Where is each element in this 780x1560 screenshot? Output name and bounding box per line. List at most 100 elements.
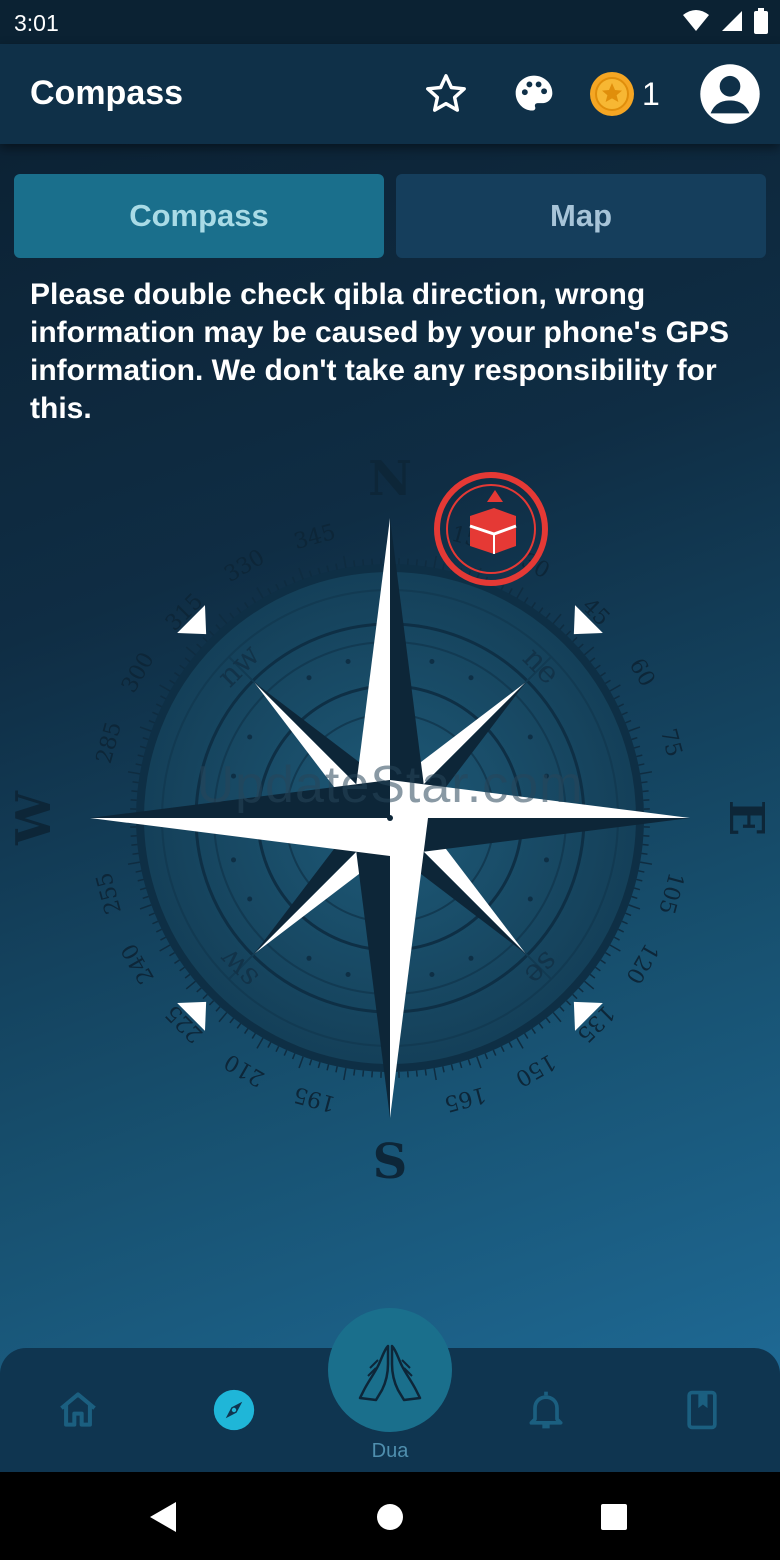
degree-label: 150 — [511, 1048, 560, 1091]
degree-label: 30 — [517, 549, 554, 585]
dial-tick — [275, 1045, 280, 1053]
dua-hands-icon — [358, 1344, 422, 1402]
dial-tick — [256, 1037, 264, 1049]
dial-tick — [353, 1069, 356, 1076]
dial-tick — [433, 1068, 437, 1081]
kaaba-icon — [469, 490, 517, 554]
favorite-button[interactable] — [420, 68, 472, 120]
dial-tick — [492, 1049, 497, 1056]
dial-tick — [343, 555, 347, 568]
dial-tick — [565, 1000, 572, 1006]
dial-tick — [335, 1066, 338, 1073]
home-icon — [60, 1392, 96, 1427]
dial-tick — [283, 580, 288, 587]
dial-tick — [424, 560, 427, 567]
degree-label: 195 — [291, 1081, 338, 1116]
dial-tick — [609, 944, 621, 952]
home-nav-icon[interactable] — [376, 1503, 404, 1531]
dial-tick — [139, 887, 147, 891]
dial-tick — [415, 559, 418, 566]
dial-tick — [589, 973, 596, 979]
app-bar: Compass 1 — [0, 44, 780, 144]
dial-dot — [527, 896, 533, 902]
dial-tick — [508, 1041, 513, 1048]
dial-tick — [442, 563, 445, 570]
dial-tick — [137, 878, 144, 882]
rose-center — [387, 815, 393, 821]
dial-tick — [613, 936, 620, 941]
dial-tick — [208, 630, 215, 636]
dial-tick — [605, 951, 611, 957]
dial-tick — [251, 597, 257, 603]
dial-tick — [298, 1056, 304, 1069]
dial-dot — [306, 675, 312, 681]
dial-tick — [641, 852, 648, 855]
book-icon — [687, 1390, 717, 1430]
dial-tick — [196, 643, 202, 649]
dial-tick — [600, 959, 606, 965]
dial-tick — [545, 1017, 551, 1024]
dial-tick — [523, 597, 529, 603]
tab-map[interactable]: Map — [396, 174, 766, 258]
dial-tick — [633, 887, 641, 891]
dial-dot — [231, 857, 237, 863]
dial-tick — [633, 745, 641, 749]
dial-tick — [169, 679, 175, 685]
status-icons — [682, 8, 768, 34]
dial-tick — [450, 1064, 454, 1071]
dial-tick — [605, 679, 611, 685]
dial-tick — [184, 657, 191, 663]
star-icon — [426, 74, 466, 112]
dial-tick — [538, 607, 544, 613]
status-time: 3:01 — [14, 10, 59, 36]
dua-label: Dua — [371, 1440, 409, 1462]
nav-home[interactable] — [56, 1388, 100, 1432]
dial-tick — [185, 646, 196, 656]
dial-tick — [552, 613, 562, 624]
degree-label: 330 — [220, 545, 269, 588]
dial-tick — [600, 671, 606, 677]
dial-tick — [531, 602, 537, 608]
dial-dot — [306, 955, 312, 961]
compass-dial: 1530456075105120135150165195210225240255… — [6, 451, 774, 1190]
dial-tick — [208, 1000, 215, 1006]
dial-tick — [308, 570, 313, 577]
dial-tick — [459, 1061, 463, 1069]
dial-tick — [631, 736, 638, 741]
dua-button[interactable] — [328, 1308, 452, 1432]
dial-tick — [552, 1012, 562, 1023]
dial-tick — [127, 861, 140, 865]
recents-icon[interactable] — [600, 1503, 628, 1531]
dial-tick — [578, 987, 584, 993]
dial-tick — [508, 588, 513, 595]
dial-tick — [636, 878, 643, 882]
dial-tick — [139, 904, 152, 910]
account-button[interactable] — [698, 62, 762, 126]
nav-compass[interactable] — [212, 1388, 256, 1432]
dial-tick — [538, 1023, 544, 1029]
dial-tick — [484, 1053, 489, 1060]
tab-compass[interactable]: Compass — [14, 174, 384, 258]
dial-tick — [584, 646, 595, 656]
coins-button[interactable]: 1 — [588, 68, 668, 120]
dial-tick — [298, 567, 304, 580]
degree-label: 60 — [624, 654, 660, 691]
dial-tick — [185, 980, 196, 990]
back-icon[interactable] — [148, 1500, 178, 1534]
nav-book[interactable] — [680, 1388, 724, 1432]
dial-tick — [317, 567, 321, 575]
dial-tick — [621, 920, 628, 925]
dial-tick — [424, 1069, 427, 1076]
dial-tick — [589, 657, 596, 663]
dial-tick — [179, 664, 185, 670]
nav-notifications[interactable] — [524, 1388, 568, 1432]
dial-tick — [523, 1033, 529, 1039]
dial-tick — [565, 630, 572, 636]
dial-tick — [132, 852, 139, 855]
qibla-disclaimer: Please double check qibla direction, wro… — [30, 278, 729, 425]
dial-tick — [148, 912, 155, 917]
dial-tick — [559, 624, 565, 630]
dial-tick — [317, 1061, 321, 1069]
theme-button[interactable] — [508, 68, 560, 120]
status-bar: 3:01 — [0, 0, 780, 44]
